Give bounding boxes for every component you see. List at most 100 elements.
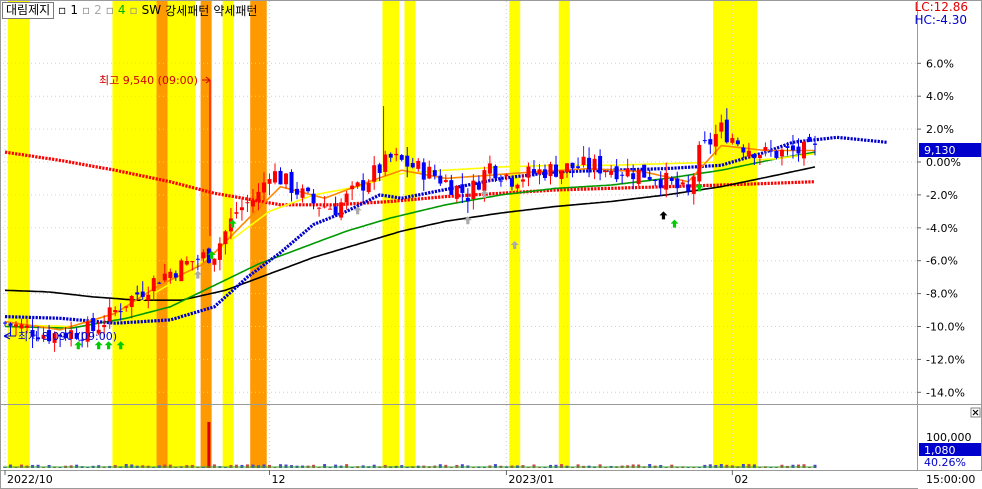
candle-body-3 (19, 324, 24, 329)
candle-body-45 (250, 200, 255, 207)
volume-bar-121 (670, 464, 674, 468)
candle-body-95 (526, 166, 531, 178)
price-chart[interactable]: 최고 9,540 (09:00) 최저 8,090 (09:00) 6.0% 4.0%… (0, 0, 982, 489)
candle-body-124 (686, 184, 691, 192)
orange-band-0 (156, 1, 168, 468)
candle-body-129 (713, 134, 718, 147)
candle-body-80 (443, 180, 448, 182)
check1-icon[interactable]: ▫ (58, 3, 66, 17)
candle-body-142 (785, 146, 790, 148)
candle-body-46 (256, 191, 261, 202)
candle-body-54 (300, 188, 305, 198)
candle-body-50 (278, 170, 283, 185)
strong-pattern-label[interactable]: 강세패턴 (165, 2, 209, 19)
candle-body-2 (14, 324, 19, 327)
candle-body-114 (631, 173, 636, 180)
check4-icon[interactable]: ▫ (106, 3, 114, 17)
volume-bar-5 (31, 464, 35, 468)
candle-body-24 (135, 292, 140, 295)
candle-body-51 (284, 173, 289, 185)
candle-body-62 (344, 193, 349, 203)
sw-check-icon[interactable]: ▫ (130, 3, 138, 17)
candle-body-88 (487, 163, 492, 174)
candle-body-72 (399, 155, 404, 160)
candle-body-120 (664, 172, 669, 190)
candle-body-71 (394, 153, 399, 156)
y-tick-label-2: 2.0% (926, 123, 954, 136)
sw-label: SW (141, 3, 162, 17)
candle-body-102 (565, 163, 570, 173)
yellow-band-5 (404, 1, 416, 468)
volume-bar-80 (444, 464, 448, 468)
candle-body-4 (25, 325, 30, 328)
candle-body-76 (421, 162, 426, 180)
candle-body-19 (107, 307, 112, 322)
volume-bar-8 (47, 464, 51, 468)
candle-body-117 (647, 176, 652, 180)
symbol-name-box[interactable]: 대림제지 (2, 1, 55, 19)
candle-body-65 (361, 180, 366, 191)
check2-label: 2 (94, 3, 102, 17)
candle-body-34 (190, 261, 195, 263)
candle-body-23 (129, 296, 134, 308)
volume-bar-129 (714, 464, 718, 468)
candle-body-44 (245, 202, 250, 204)
candle-body-99 (548, 164, 553, 177)
candle-body-116 (642, 164, 647, 178)
y-tick-label-5: -4.0% (926, 222, 958, 235)
candle-body-107 (592, 158, 597, 171)
volume-bar-34 (190, 464, 194, 468)
candle-body-66 (366, 182, 371, 193)
candle-body-145 (801, 141, 806, 159)
candle-body-0 (3, 322, 7, 324)
y-tick-label-3: 0.00% (926, 156, 961, 169)
y-tick-label-9: -12.0% (926, 353, 965, 366)
candle-body-130 (719, 122, 724, 132)
candle-body-67 (372, 165, 377, 182)
candle-body-58 (322, 206, 327, 208)
volume-bar-56 (312, 464, 316, 468)
candle-body-132 (730, 137, 735, 143)
volume-bar-131 (725, 464, 729, 468)
y-tick-label-10: -14.0% (926, 386, 965, 399)
candle-body-85 (471, 180, 476, 199)
check1-label: 1 (70, 3, 78, 17)
candle-body-22 (124, 306, 129, 308)
yellow-band-0 (7, 1, 30, 468)
candle-body-33 (184, 260, 189, 265)
candle-body-26 (146, 294, 151, 301)
yellow-band-1 (112, 1, 157, 468)
volume-bar-100 (554, 464, 558, 468)
candle-body-38 (212, 258, 217, 265)
yellow-band-6 (509, 1, 521, 468)
signal-arrow-icon-11 (659, 211, 668, 220)
candle-body-21 (118, 311, 123, 313)
volume-bar-127 (703, 464, 707, 468)
candle-body-96 (531, 169, 536, 174)
candle-body-144 (796, 146, 801, 154)
candle-body-143 (790, 145, 795, 151)
check2-icon[interactable]: ▫ (82, 3, 90, 17)
volume-bar-143 (791, 464, 795, 468)
candle-body-113 (625, 168, 630, 177)
candle-body-89 (493, 165, 498, 179)
candle-body-82 (454, 185, 459, 199)
x-tick-label-1: 12 (271, 473, 285, 486)
candle-body-83 (460, 184, 465, 193)
candle-body-18 (102, 325, 107, 328)
candle-body-28 (157, 282, 162, 284)
weak-pattern-label[interactable]: 약세패턴 (213, 2, 257, 19)
y-tick-label-1: 4.0% (926, 90, 954, 103)
volume-bar-67 (372, 464, 376, 468)
candle-body-32 (179, 260, 184, 282)
signal-arrow-icon-12 (670, 219, 679, 228)
candle-body-133 (735, 140, 740, 145)
candle-body-140 (774, 150, 779, 158)
candle-body-74 (410, 163, 415, 168)
candle-body-56 (311, 193, 316, 204)
candle-body-94 (520, 179, 525, 182)
candle-body-134 (741, 147, 746, 153)
candle-body-139 (768, 150, 773, 152)
high-price-annotation: 최고 9,540 (09:00) (99, 74, 198, 87)
candle-body-61 (339, 202, 344, 218)
